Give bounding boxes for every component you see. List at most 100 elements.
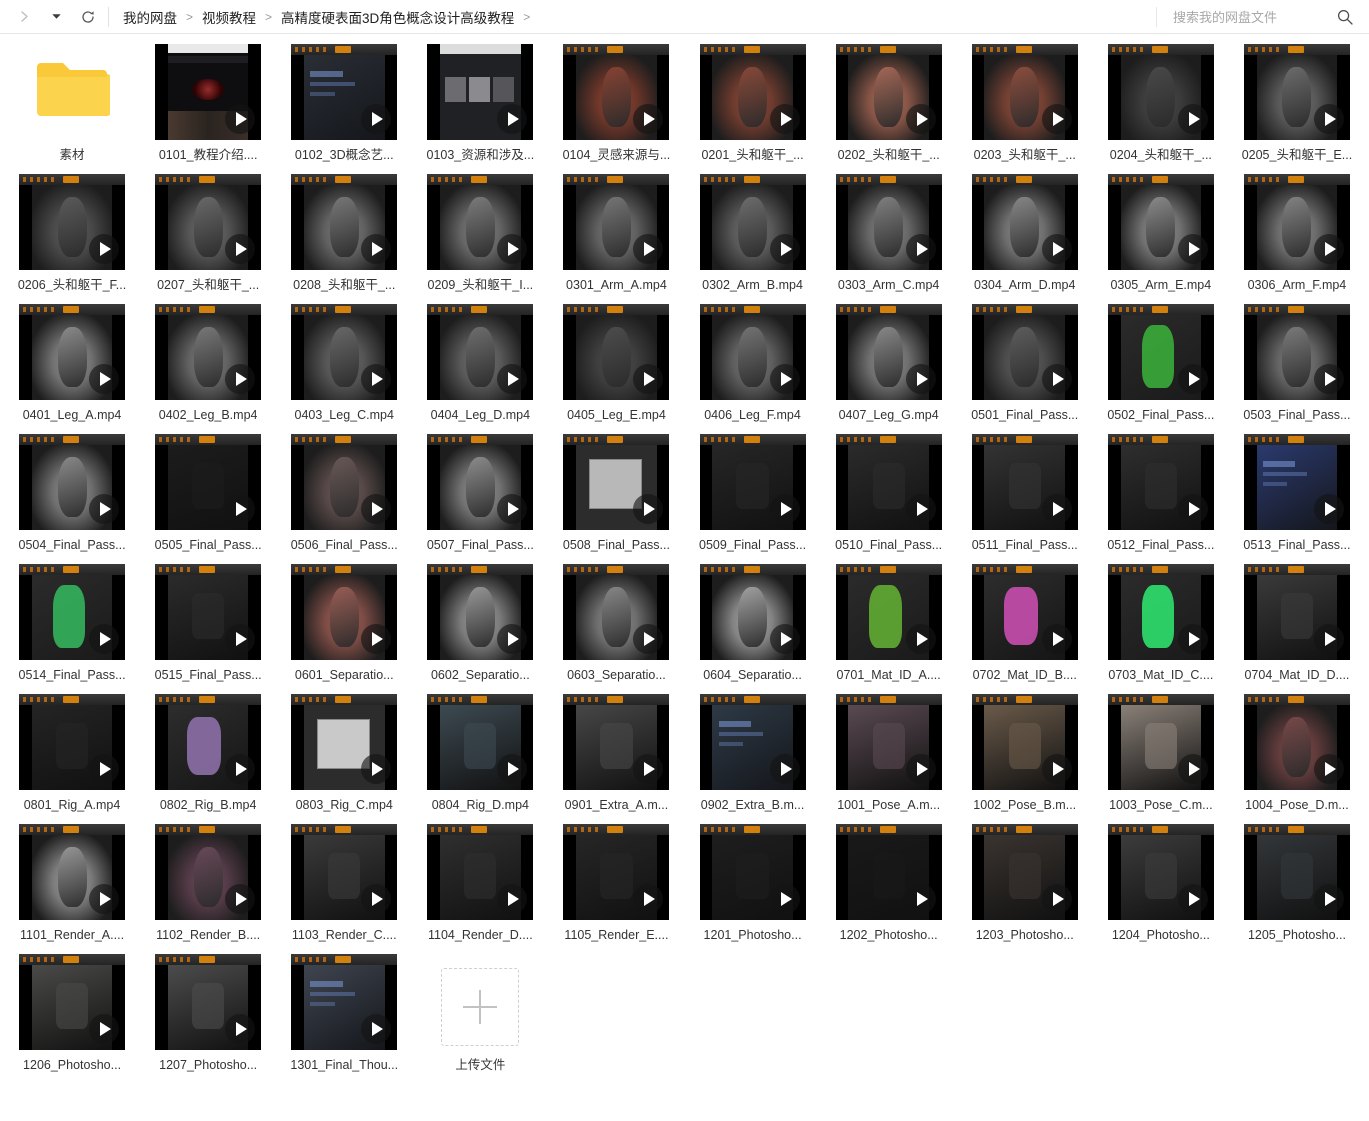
video-file-item[interactable]: 0602_Separatio... [412, 562, 548, 683]
play-icon[interactable] [361, 104, 392, 134]
play-icon[interactable] [225, 1014, 256, 1044]
video-file-item[interactable]: 1206_Photosho... [4, 952, 140, 1073]
video-file-item[interactable]: 1105_Render_E.... [548, 822, 684, 943]
play-icon[interactable] [1313, 754, 1344, 784]
play-icon[interactable] [1041, 104, 1072, 134]
video-file-item[interactable]: 0801_Rig_A.mp4 [4, 692, 140, 813]
video-file-item[interactable]: 0701_Mat_ID_A.... [821, 562, 957, 683]
video-file-item[interactable]: 0207_头和躯干_... [140, 172, 276, 293]
play-icon[interactable] [361, 884, 392, 914]
play-icon[interactable] [633, 624, 664, 654]
play-icon[interactable] [769, 754, 800, 784]
video-file-item[interactable]: 0101_教程介绍.... [140, 42, 276, 163]
play-icon[interactable] [769, 624, 800, 654]
play-icon[interactable] [1313, 624, 1344, 654]
video-file-item[interactable]: 0603_Separatio... [548, 562, 684, 683]
play-icon[interactable] [361, 624, 392, 654]
play-icon[interactable] [225, 754, 256, 784]
play-icon[interactable] [89, 494, 120, 524]
video-file-item[interactable]: 0802_Rig_B.mp4 [140, 692, 276, 813]
video-file-item[interactable]: 1004_Pose_D.m... [1229, 692, 1365, 813]
video-file-item[interactable]: 0401_Leg_A.mp4 [4, 302, 140, 423]
video-file-item[interactable]: 0504_Final_Pass... [4, 432, 140, 553]
video-file-item[interactable]: 0803_Rig_C.mp4 [276, 692, 412, 813]
caret-down-icon[interactable] [46, 7, 66, 27]
play-icon[interactable] [633, 494, 664, 524]
video-file-item[interactable]: 0204_头和躯干_... [1093, 42, 1229, 163]
video-file-item[interactable]: 1201_Photosho... [685, 822, 821, 943]
play-icon[interactable] [633, 104, 664, 134]
video-file-item[interactable]: 0702_Mat_ID_B.... [957, 562, 1093, 683]
play-icon[interactable] [1313, 494, 1344, 524]
forward-icon[interactable] [14, 7, 34, 27]
video-file-item[interactable]: 0515_Final_Pass... [140, 562, 276, 683]
breadcrumb-item-current-folder[interactable]: 高精度硬表面3D角色概念设计高级教程 [281, 7, 514, 27]
video-file-item[interactable]: 0302_Arm_B.mp4 [685, 172, 821, 293]
play-icon[interactable] [1313, 364, 1344, 394]
video-file-item[interactable]: 1202_Photosho... [821, 822, 957, 943]
video-file-item[interactable]: 1204_Photosho... [1093, 822, 1229, 943]
play-icon[interactable] [769, 884, 800, 914]
video-file-item[interactable]: 0510_Final_Pass... [821, 432, 957, 553]
video-file-item[interactable]: 0604_Separatio... [685, 562, 821, 683]
play-icon[interactable] [1041, 364, 1072, 394]
video-file-item[interactable]: 0301_Arm_A.mp4 [548, 172, 684, 293]
video-file-item[interactable]: 0407_Leg_G.mp4 [821, 302, 957, 423]
video-file-item[interactable]: 0505_Final_Pass... [140, 432, 276, 553]
video-file-item[interactable]: 0209_头和躯干_I... [412, 172, 548, 293]
video-file-item[interactable]: 0508_Final_Pass... [548, 432, 684, 553]
play-icon[interactable] [361, 754, 392, 784]
video-file-item[interactable]: 0206_头和躯干_F... [4, 172, 140, 293]
folder-item[interactable]: 素材 [4, 42, 140, 163]
video-file-item[interactable]: 0404_Leg_D.mp4 [412, 302, 548, 423]
video-file-item[interactable]: 0507_Final_Pass... [412, 432, 548, 553]
upload-box[interactable] [441, 967, 520, 1046]
play-icon[interactable] [905, 754, 936, 784]
play-icon[interactable] [225, 364, 256, 394]
play-icon[interactable] [905, 624, 936, 654]
video-file-item[interactable]: 1102_Render_B.... [140, 822, 276, 943]
video-file-item[interactable]: 0902_Extra_B.m... [685, 692, 821, 813]
play-icon[interactable] [1313, 884, 1344, 914]
play-icon[interactable] [905, 884, 936, 914]
video-file-item[interactable]: 0406_Leg_F.mp4 [685, 302, 821, 423]
breadcrumb-item-root[interactable]: 我的网盘 [123, 7, 177, 27]
upload-dropzone[interactable] [427, 954, 533, 1050]
play-icon[interactable] [1177, 494, 1208, 524]
play-icon[interactable] [89, 624, 120, 654]
play-icon[interactable] [769, 494, 800, 524]
play-icon[interactable] [497, 364, 528, 394]
video-file-item[interactable]: 0104_灵感来源与... [548, 42, 684, 163]
video-file-item[interactable]: 0804_Rig_D.mp4 [412, 692, 548, 813]
play-icon[interactable] [497, 494, 528, 524]
video-file-item[interactable]: 0514_Final_Pass... [4, 562, 140, 683]
play-icon[interactable] [1177, 364, 1208, 394]
video-file-item[interactable]: 0405_Leg_E.mp4 [548, 302, 684, 423]
play-icon[interactable] [769, 234, 800, 264]
search-icon[interactable] [1335, 7, 1355, 27]
refresh-icon[interactable] [78, 7, 98, 27]
video-file-item[interactable]: 0506_Final_Pass... [276, 432, 412, 553]
play-icon[interactable] [361, 234, 392, 264]
play-icon[interactable] [225, 624, 256, 654]
breadcrumb-item-video-tutorials[interactable]: 视频教程 [202, 7, 256, 27]
play-icon[interactable] [497, 884, 528, 914]
play-icon[interactable] [497, 754, 528, 784]
video-file-item[interactable]: 1301_Final_Thou... [276, 952, 412, 1073]
video-file-item[interactable]: 0306_Arm_F.mp4 [1229, 172, 1365, 293]
play-icon[interactable] [225, 494, 256, 524]
video-file-item[interactable]: 1003_Pose_C.m... [1093, 692, 1229, 813]
video-file-item[interactable]: 0512_Final_Pass... [1093, 432, 1229, 553]
video-file-item[interactable]: 0703_Mat_ID_C.... [1093, 562, 1229, 683]
play-icon[interactable] [633, 364, 664, 394]
video-file-item[interactable]: 0511_Final_Pass... [957, 432, 1093, 553]
play-icon[interactable] [497, 104, 528, 134]
play-icon[interactable] [361, 364, 392, 394]
play-icon[interactable] [1041, 884, 1072, 914]
play-icon[interactable] [1177, 104, 1208, 134]
video-file-item[interactable]: 0103_资源和涉及... [412, 42, 548, 163]
video-file-item[interactable]: 0503_Final_Pass... [1229, 302, 1365, 423]
play-icon[interactable] [89, 234, 120, 264]
video-file-item[interactable]: 0513_Final_Pass... [1229, 432, 1365, 553]
play-icon[interactable] [1041, 234, 1072, 264]
